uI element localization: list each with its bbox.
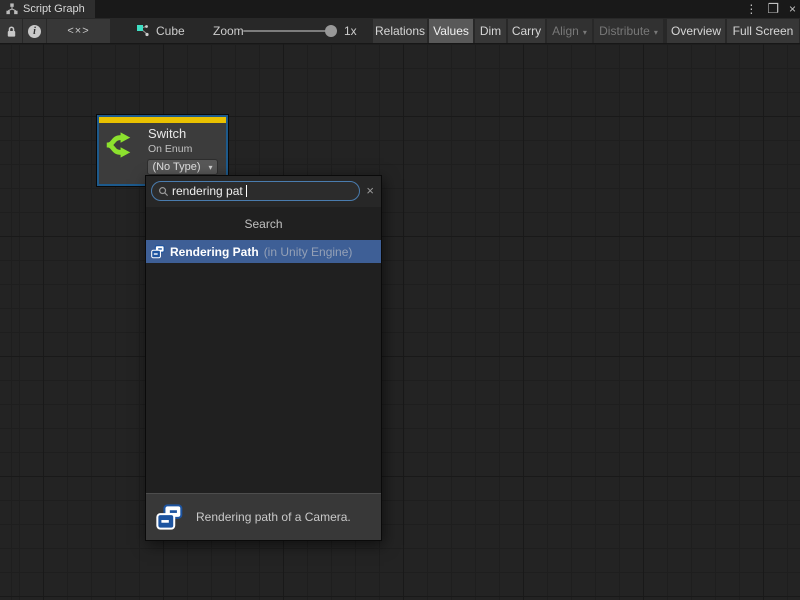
lock-icon: [5, 25, 18, 38]
graph-node-icon: [136, 24, 150, 38]
finder-empty-area: [146, 263, 381, 493]
toolbar-button-carry[interactable]: Carry: [508, 19, 545, 43]
script-graph-icon: [6, 3, 18, 15]
toolbar-button-fullscreen[interactable]: Full Screen: [727, 19, 799, 43]
zoom-slider-knob[interactable]: [325, 25, 337, 37]
graph-canvas[interactable]: Switch On Enum (No Type) ▾ rendering pat: [0, 44, 800, 600]
zoom-slider[interactable]: [243, 30, 336, 32]
node-type-dropdown[interactable]: (No Type) ▾: [147, 159, 218, 175]
footer-description: Rendering path of a Camera.: [196, 510, 351, 524]
toolbar-button-values[interactable]: Values: [429, 19, 473, 43]
toolbar-button-relations[interactable]: Relations: [373, 19, 427, 43]
finder-header: Search: [146, 207, 381, 240]
dropdown-arrow-icon: ▾: [583, 28, 587, 37]
switch-branch-icon: [104, 129, 136, 161]
edit-script-button[interactable]: <×>: [47, 19, 110, 43]
toolbar-button-overview[interactable]: Overview: [667, 19, 725, 43]
graph-target-label: Cube: [156, 24, 185, 38]
node-subtitle: On Enum: [148, 143, 192, 155]
enum-icon-large: [156, 504, 183, 531]
toolbar-button-dim[interactable]: Dim: [475, 19, 506, 43]
dropdown-arrow-icon: ▾: [654, 28, 658, 37]
result-context: (in Unity Engine): [264, 245, 353, 259]
inspect-button[interactable]: i: [23, 19, 46, 43]
dropdown-arrow-icon: ▾: [209, 163, 213, 172]
zoom-label: Zoom: [213, 18, 244, 43]
finder-footer: Rendering path of a Camera.: [146, 493, 381, 540]
tab-script-graph[interactable]: Script Graph: [0, 0, 95, 18]
window-menu-icon[interactable]: ⋮: [745, 0, 757, 18]
text-caret: [246, 185, 247, 197]
window-close-icon[interactable]: ×: [789, 0, 796, 18]
finder-search-row: rendering pat ×: [146, 176, 381, 207]
maximize-icon[interactable]: ❐: [767, 0, 779, 18]
graph-target[interactable]: Cube: [136, 18, 185, 43]
node-title: Switch: [148, 126, 186, 141]
info-icon: i: [28, 25, 41, 38]
zoom-value: 1x: [344, 18, 357, 43]
search-input[interactable]: rendering pat: [151, 181, 360, 201]
finder-close-icon[interactable]: ×: [366, 184, 374, 197]
code-icon: <×>: [67, 25, 89, 37]
graph-toolbar: i <×> Cube Zoom 1x Relations Values Dim …: [0, 18, 800, 44]
toolbar-button-align[interactable]: Align ▾: [547, 19, 592, 43]
toolbar-button-distribute[interactable]: Distribute ▾: [594, 19, 663, 43]
search-icon: [158, 186, 169, 197]
lock-button[interactable]: [0, 19, 22, 43]
search-result-row[interactable]: Rendering Path (in Unity Engine): [146, 240, 381, 263]
enum-icon: [151, 245, 165, 259]
tab-bar: Script Graph ⋮ ❐ ×: [0, 0, 800, 18]
fuzzy-finder-popup: rendering pat × Search Rendering Path (i…: [145, 175, 382, 541]
tab-label: Script Graph: [23, 3, 85, 15]
search-query-text: rendering pat: [172, 184, 243, 198]
result-name: Rendering Path: [170, 245, 259, 259]
